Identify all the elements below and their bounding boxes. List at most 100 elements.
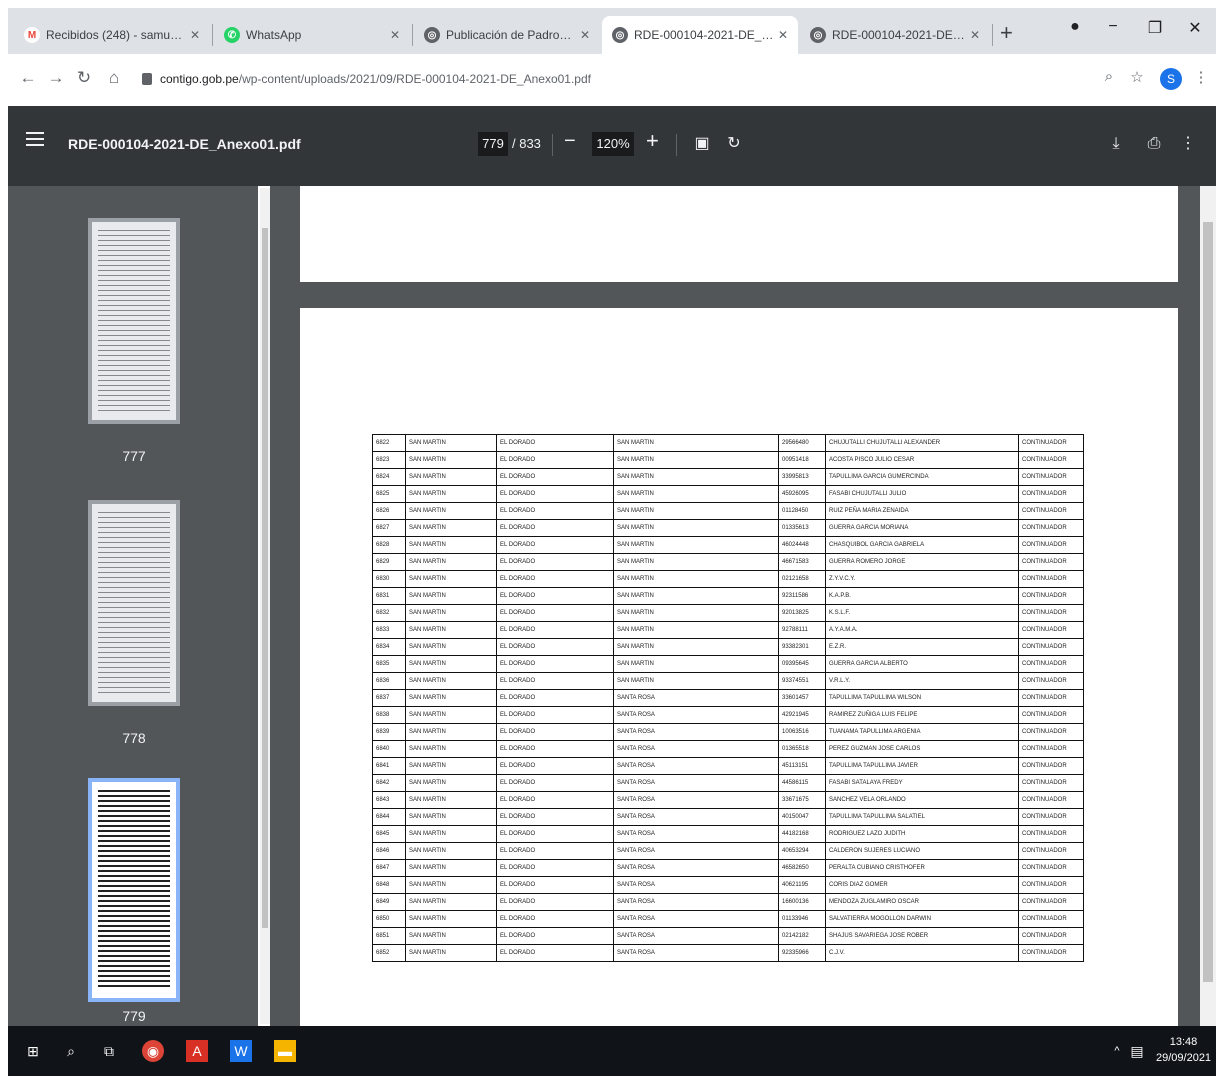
acrobat-icon[interactable]: A — [186, 1040, 208, 1062]
table-cell: EL DORADO — [496, 706, 614, 724]
page-thumbnail-selected[interactable] — [88, 778, 180, 1002]
table-cell: 01335613 — [778, 519, 826, 537]
kebab-menu-icon[interactable]: ⋮ — [1190, 68, 1212, 86]
toolbar-divider — [676, 134, 677, 156]
table-cell: 92788111 — [778, 621, 826, 639]
beneficiary-table: 6822 SAN MARTIN EL DORADO SAN MARTIN 2956648… — [372, 434, 1084, 962]
search-icon[interactable]: ⌕ — [60, 1040, 82, 1062]
viewer-scrollbar[interactable] — [1200, 186, 1216, 1026]
tab-padrones[interactable]: ◎ Publicación de Padrones - F... ✕ — [414, 16, 600, 54]
close-tab-icon[interactable]: ✕ — [576, 28, 594, 42]
table-cell: SAN MARTIN — [613, 485, 779, 503]
notification-icon[interactable]: ▤ — [1126, 1040, 1148, 1062]
close-window-button[interactable]: ✕ — [1180, 18, 1210, 38]
thumbnail-label: 779 — [122, 1008, 146, 1024]
lock-icon — [142, 73, 152, 85]
table-cell: FASABI SATALAYA FREDY — [825, 774, 1019, 792]
table-cell: SAN MARTIN — [613, 502, 779, 520]
sidebar-scroll-thumb[interactable] — [262, 228, 268, 928]
page-thumbnail[interactable] — [88, 218, 180, 424]
task-view-icon[interactable]: ⧉ — [98, 1040, 120, 1062]
table-cell: 6824 — [372, 468, 406, 486]
table-cell: 45926095 — [778, 485, 826, 503]
table-cell: EL DORADO — [496, 876, 614, 894]
table-cell: SAN MARTIN — [613, 604, 779, 622]
table-cell: 16600136 — [778, 893, 826, 911]
table-cell: SAN MARTIN — [613, 570, 779, 588]
word-icon[interactable]: W — [230, 1040, 252, 1062]
hamburger-menu-icon[interactable] — [26, 132, 44, 146]
minimize-button[interactable]: − — [1098, 18, 1128, 36]
table-cell: K.A.P.B. — [825, 587, 1019, 605]
table-row: 6842 SAN MARTIN EL DORADO SANTA ROSA 4458611… — [372, 774, 1084, 792]
table-cell: SAN MARTIN — [405, 876, 497, 894]
table-cell: SAN MARTIN — [405, 519, 497, 537]
table-cell: SAN MARTIN — [405, 825, 497, 843]
tab-anexo-pdf[interactable]: ◎ RDE-000104-2021-DE_Anexo... ✕ — [602, 16, 798, 54]
table-cell: CONTINUADOR — [1018, 468, 1084, 486]
close-tab-icon[interactable]: ✕ — [186, 28, 204, 42]
table-cell: SAN MARTIN — [405, 570, 497, 588]
close-tab-icon[interactable]: ✕ — [774, 28, 792, 42]
download-icon[interactable]: ⤓ — [1106, 134, 1126, 154]
maximize-button[interactable]: ❐ — [1140, 18, 1170, 38]
forward-arrow-icon[interactable]: → — [44, 68, 68, 88]
reload-icon[interactable]: ↻ — [72, 68, 96, 88]
table-cell: SAN MARTIN — [405, 689, 497, 707]
zoom-level-input[interactable]: 120% — [592, 132, 634, 156]
table-cell: 6828 — [372, 536, 406, 554]
sidebar-scrollbar[interactable] — [260, 188, 270, 1024]
star-icon[interactable]: ☆ — [1126, 68, 1148, 86]
table-cell: EL DORADO — [496, 910, 614, 928]
close-tab-icon[interactable]: ✕ — [386, 28, 404, 42]
page-number-input[interactable]: 779 — [478, 132, 508, 156]
table-cell: EL DORADO — [496, 502, 614, 520]
chrome-icon[interactable]: ◉ — [142, 1040, 164, 1062]
table-cell: CONTINUADOR — [1018, 757, 1084, 775]
table-row: 6841 SAN MARTIN EL DORADO SANTA ROSA 4511315… — [372, 757, 1084, 775]
table-cell: SANCHEZ VELA ORLANDO — [825, 791, 1019, 809]
more-actions-icon[interactable]: ⋮ — [1178, 134, 1198, 154]
table-cell: SAN MARTIN — [405, 791, 497, 809]
table-cell: SANTA ROSA — [613, 808, 779, 826]
tray-chevron-icon[interactable]: ^ — [1106, 1040, 1128, 1062]
home-icon[interactable]: ⌂ — [102, 68, 126, 88]
zoom-in-button[interactable]: + — [646, 128, 659, 154]
tab-gmail[interactable]: M Recibidos (248) - samuelsn... ✕ — [14, 16, 210, 54]
table-cell: SAN MARTIN — [405, 621, 497, 639]
table-cell: 40653294 — [778, 842, 826, 860]
table-cell: E.Z.R. — [825, 638, 1019, 656]
viewer-scroll-thumb[interactable] — [1203, 222, 1213, 982]
table-cell: 6843 — [372, 791, 406, 809]
fit-page-icon[interactable]: ▣ — [692, 134, 712, 154]
page-thumbnail[interactable] — [88, 500, 180, 706]
pdf-viewport[interactable]: 6822 SAN MARTIN EL DORADO SAN MARTIN 2956648… — [270, 186, 1200, 1026]
table-row: 6846 SAN MARTIN EL DORADO SANTA ROSA 4065329… — [372, 842, 1084, 860]
url-input[interactable]: contigo.gob.pe/wp-content/uploads/2021/0… — [136, 63, 1076, 95]
table-cell: CHASQUIBOL GARCIA GABRIELA — [825, 536, 1019, 554]
table-cell: EL DORADO — [496, 485, 614, 503]
browser-menu-circle-icon[interactable]: ● — [1060, 18, 1090, 36]
tab-rde-pdf[interactable]: ◎ RDE-000104-2021-DE.pdf ✕ — [800, 16, 990, 54]
rotate-icon[interactable]: ↻ — [724, 134, 744, 154]
windows-start-icon[interactable]: ⊞ — [22, 1040, 44, 1062]
table-row: 6836 SAN MARTIN EL DORADO SAN MARTIN 9337455… — [372, 672, 1084, 690]
table-cell: CONTINUADOR — [1018, 519, 1084, 537]
system-clock[interactable]: 13:48 29/09/2021 — [1156, 1034, 1211, 1066]
table-cell: SAN MARTIN — [405, 774, 497, 792]
print-icon[interactable]: ⎙ — [1144, 134, 1164, 154]
table-cell: CONTINUADOR — [1018, 621, 1084, 639]
profile-avatar[interactable]: S — [1160, 68, 1182, 90]
back-arrow-icon[interactable]: ← — [16, 68, 40, 88]
toolbar-divider — [552, 134, 553, 156]
table-row: 6838 SAN MARTIN EL DORADO SANTA ROSA 4292194… — [372, 706, 1084, 724]
pdf-page-previous — [300, 186, 1178, 282]
new-tab-button[interactable]: + — [1000, 20, 1013, 46]
file-explorer-icon[interactable]: ▬ — [274, 1040, 296, 1062]
zoom-icon[interactable]: ⌕ — [1098, 68, 1120, 85]
table-row: 6823 SAN MARTIN EL DORADO SAN MARTIN 0095141… — [372, 451, 1084, 469]
tab-whatsapp[interactable]: ✆ WhatsApp ✕ — [214, 16, 410, 54]
globe-icon: ◎ — [810, 27, 826, 43]
zoom-out-button[interactable]: − — [564, 130, 576, 153]
close-tab-icon[interactable]: ✕ — [966, 28, 984, 42]
